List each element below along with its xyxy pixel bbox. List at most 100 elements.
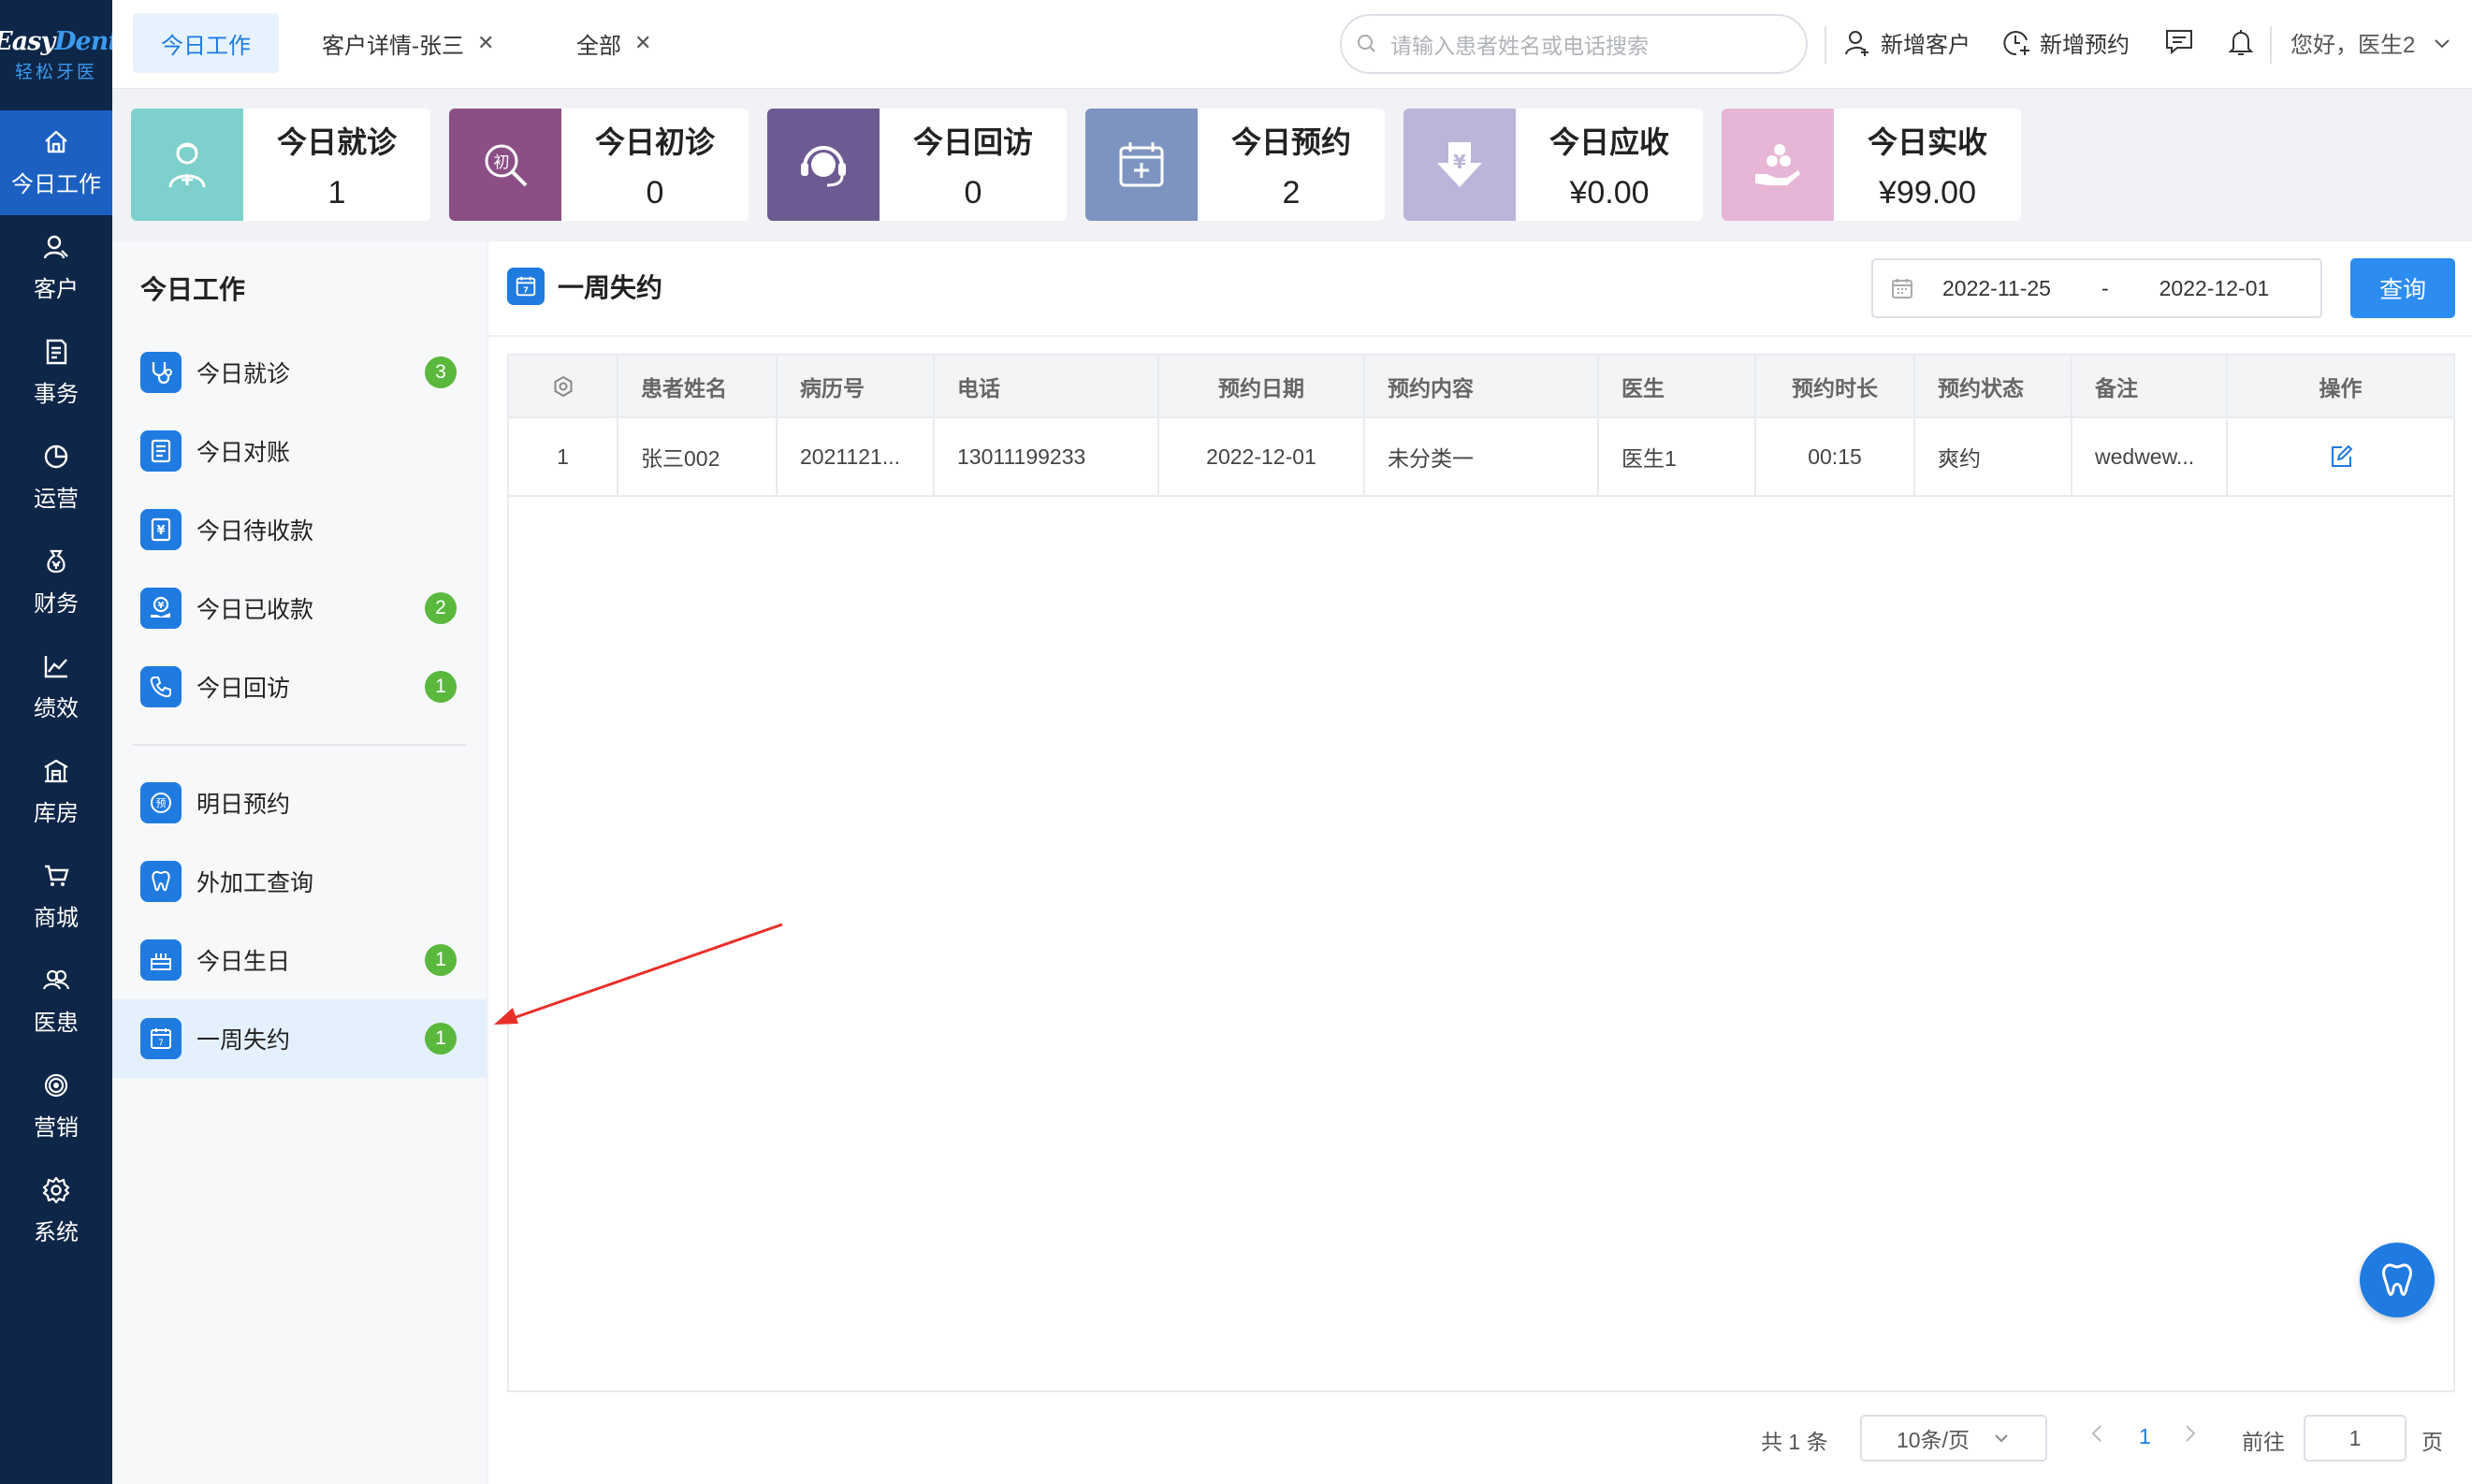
stat-card-appointments[interactable]: 今日预约 2 [1085, 109, 1385, 221]
hand-coins-icon [1722, 109, 1834, 221]
search-input[interactable]: 请输入患者姓名或电话搜索 [1340, 14, 1808, 74]
document-icon [46, 339, 67, 364]
nav-item-affairs[interactable]: 事务 [0, 320, 112, 425]
svg-text:预: 预 [156, 797, 167, 809]
query-button[interactable]: 查询 [2350, 258, 2455, 318]
submenu-item-outsourcing[interactable]: 外加工查询 [112, 842, 487, 921]
table-header-row: 患者姓名 病历号 电话 预约日期 预约内容 医生 预约时长 预约状态 备注 操作 [509, 356, 2453, 418]
cart-icon [45, 865, 69, 886]
nav-item-doctor-patient[interactable]: 医患 [0, 949, 112, 1054]
nav-item-system[interactable]: 系统 [0, 1158, 112, 1263]
stat-card-followups[interactable]: 今日回访 0 [767, 109, 1067, 221]
tab-all[interactable]: 全部 ✕ [576, 13, 651, 73]
prev-page-button[interactable] [2088, 1422, 2107, 1445]
add-customer-button[interactable]: 新增客户 [1843, 26, 1970, 59]
tooth-icon [140, 861, 182, 902]
date-start-input[interactable]: 2022-11-25 [1942, 276, 2051, 301]
nav-item-warehouse[interactable]: 库房 [0, 739, 112, 844]
page-number-current[interactable]: 1 [2139, 1424, 2151, 1449]
nav-item-today-work[interactable]: 今日工作 [0, 110, 112, 215]
submenu-item-weekly-no-show[interactable]: 7 一周失约 1 [112, 999, 487, 1078]
cell-doctor: 医生1 [1598, 417, 1756, 497]
count-badge: 1 [425, 1023, 457, 1055]
data-table: 患者姓名 病历号 电话 预约日期 预约内容 医生 预约时长 预约状态 备注 操作… [507, 354, 2455, 1392]
phone-icon [140, 666, 182, 707]
home-icon [45, 130, 67, 153]
stat-card-received[interactable]: 今日实收 ¥99.00 [1722, 109, 2021, 221]
cell-record-no: 2021121... [777, 417, 935, 497]
tab-customer-detail[interactable]: 客户详情-张三 ✕ [322, 13, 494, 73]
message-button[interactable] [2163, 26, 2203, 58]
svg-text:7: 7 [523, 285, 529, 295]
received-payment-icon: ¥ [140, 588, 182, 629]
stat-title: 今日应收 [1549, 124, 1669, 159]
calendar-7-icon: 7 [140, 1018, 182, 1059]
calendar-7-icon: 7 [507, 268, 545, 305]
submenu-item-reconciliation[interactable]: 今日对账 [112, 412, 487, 490]
submenu-item-birthdays[interactable]: 今日生日 1 [112, 921, 487, 999]
column-settings-header[interactable] [509, 356, 618, 418]
edit-icon[interactable] [2328, 444, 2354, 470]
goto-label: 前往 [2242, 1430, 2285, 1454]
stat-value: 1 [327, 174, 346, 211]
cell-index: 1 [509, 417, 618, 497]
divider [1825, 26, 1826, 64]
header-patient-name: 患者姓名 [618, 356, 778, 418]
submenu-title: 今日工作 [140, 275, 246, 304]
header-phone: 电话 [934, 356, 1159, 418]
header-actions: 操作 [2227, 356, 2453, 418]
people-icon [42, 969, 70, 989]
tooth-icon [2382, 1263, 2412, 1296]
table-row: 1 张三002 2021121... 13011199233 2022-12-0… [509, 417, 2453, 497]
logo: EasyDent 轻松牙医 [0, 0, 120, 110]
stat-card-first-visits[interactable]: 初 今日初诊 0 [449, 109, 749, 221]
date-end-input[interactable]: 2022-12-01 [2159, 276, 2270, 301]
stat-title: 今日预约 [1230, 124, 1351, 159]
svg-text:¥: ¥ [1453, 151, 1466, 173]
chevron-right-icon [2186, 1425, 2196, 1442]
nav-item-performance[interactable]: 绩效 [0, 634, 112, 739]
close-icon[interactable]: ✕ [634, 31, 651, 55]
add-user-icon [1845, 30, 1869, 56]
next-page-button[interactable] [2180, 1422, 2199, 1445]
stat-card-today-visits[interactable]: 今日就诊 1 [131, 109, 430, 221]
pie-chart-icon [44, 444, 68, 468]
main-content: 7 一周失约 2022-11-25 - 2022-12-01 查询 患者姓名 病… [488, 241, 2472, 1484]
user-greeting: 您好，医生2 [2290, 33, 2416, 58]
submenu-item-today-visits[interactable]: 今日就诊 3 [112, 333, 487, 412]
count-badge: 2 [425, 592, 457, 624]
nav-item-marketing[interactable]: 营销 [0, 1054, 112, 1158]
stat-title: 今日回访 [912, 124, 1033, 159]
nav-item-customer[interactable]: 客户 [0, 215, 112, 320]
user-menu[interactable]: 您好，医生2 [2290, 26, 2460, 59]
nav-item-finance[interactable]: 财务 [0, 530, 112, 634]
submenu-item-pending-payment[interactable]: ¥ 今日待收款 [112, 490, 487, 569]
cell-appointment-date: 2022-12-01 [1158, 417, 1365, 497]
svg-text:¥: ¥ [156, 524, 165, 538]
headset-icon [767, 109, 880, 221]
close-icon[interactable]: ✕ [477, 31, 494, 55]
tab-today-work[interactable]: 今日工作 [133, 13, 279, 73]
bell-icon [2228, 30, 2254, 55]
submenu-item-tomorrow-appointments[interactable]: 预 明日预约 [112, 764, 487, 842]
goto-page-input[interactable]: 1 [2304, 1415, 2407, 1462]
page-size-select[interactable]: 10条/页 [1860, 1415, 2047, 1462]
top-bar: 今日工作 客户详情-张三 ✕ 全部 ✕ 请输入患者姓名或电话搜索 新增客户 新增预约… [112, 0, 2472, 89]
submenu-item-received-payment[interactable]: ¥ 今日已收款 2 [112, 569, 487, 647]
money-bag-icon [47, 549, 65, 573]
date-range-picker[interactable]: 2022-11-25 - 2022-12-01 [1871, 258, 2322, 318]
user-icon [43, 235, 68, 258]
add-appointment-button[interactable]: 新增预约 [2000, 26, 2130, 59]
cell-actions [2227, 417, 2453, 497]
nav-item-operations[interactable]: 运营 [0, 425, 112, 530]
stat-card-receivable[interactable]: ¥ 今日应收 ¥0.00 [1403, 109, 1703, 221]
floating-assistant-button[interactable] [2360, 1243, 2435, 1317]
nav-item-mall[interactable]: 商城 [0, 844, 112, 949]
header-doctor: 医生 [1598, 356, 1756, 418]
logo-subtitle: 轻松牙医 [14, 63, 97, 82]
settings-icon [554, 375, 572, 397]
notification-button[interactable] [2225, 26, 2264, 58]
submenu-item-followup[interactable]: 今日回访 1 [112, 647, 487, 726]
svg-text:7: 7 [158, 1039, 164, 1048]
submenu-divider [133, 744, 466, 746]
